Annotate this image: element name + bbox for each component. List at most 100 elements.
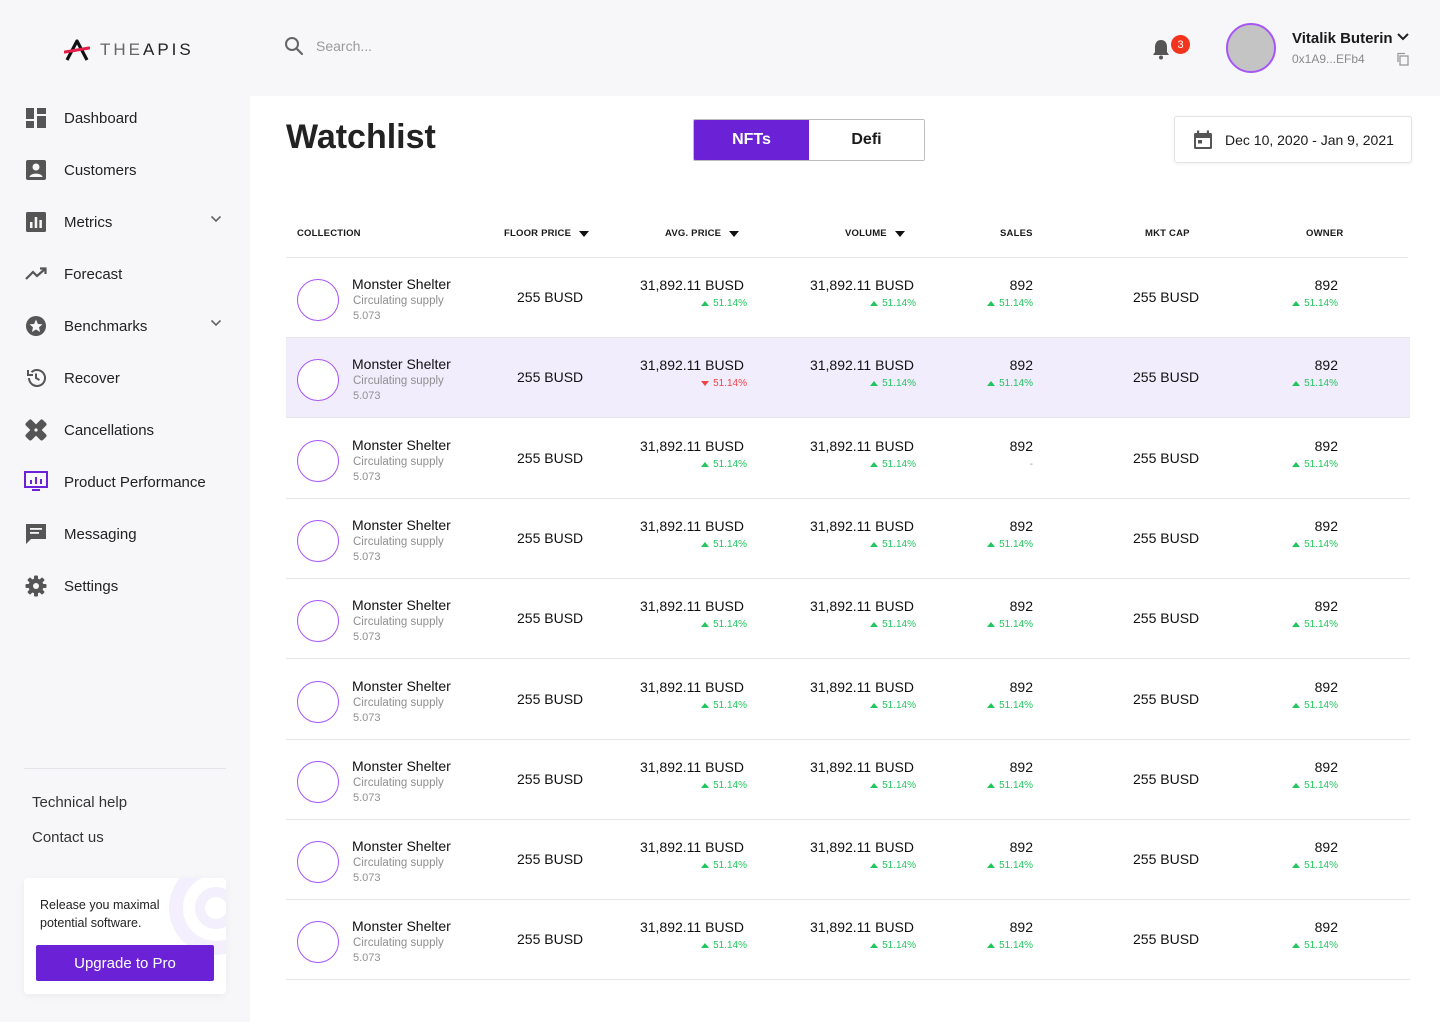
market-cap: 255 BUSD <box>1133 369 1200 386</box>
table-row[interactable]: Monster Shelter Circulating supply 5.073 25… <box>286 499 1410 579</box>
sidebar-item-label: Customers <box>64 161 137 179</box>
owner-count: 892 <box>1314 678 1338 695</box>
sidebar-item-benchmarks[interactable]: Benchmarks <box>24 312 228 340</box>
collection-avatar <box>297 841 339 884</box>
chevron-down-icon[interactable] <box>210 319 222 327</box>
collection-name[interactable]: Monster Shelter <box>352 597 451 613</box>
change-indicator: 51.14% <box>987 378 1033 389</box>
sidebar-item-customers[interactable]: Customers <box>24 156 228 184</box>
sidebar-item-recover[interactable]: Recover <box>24 364 228 392</box>
chevron-down-icon[interactable] <box>1396 32 1410 42</box>
avg-price: 31,892.11 BUSD <box>639 758 744 775</box>
avg-price: 31,892.11 BUSD <box>639 598 744 615</box>
collection-supply: 5.073 <box>353 390 381 403</box>
collection-name[interactable]: Monster Shelter <box>352 517 451 533</box>
cancellations-icon <box>24 418 48 442</box>
tab-nfts[interactable]: NFTs <box>694 120 809 160</box>
change-indicator: - <box>1029 458 1033 470</box>
table-row[interactable]: Monster Shelter Circulating supply 5.073 25… <box>286 338 1410 419</box>
table-row[interactable]: Monster Shelter Circulating supply 5.073 25… <box>286 740 1410 820</box>
collection-name[interactable]: Monster Shelter <box>352 758 451 774</box>
volume: 31,892.11 BUSD <box>809 758 914 775</box>
column-header-avg-price[interactable]: AVG. PRICE <box>665 228 740 239</box>
change-indicator: 51.14% <box>1292 780 1338 791</box>
market-cap: 255 BUSD <box>1133 529 1200 546</box>
logo-mark-icon <box>64 39 90 61</box>
sidebar-item-metrics[interactable]: Metrics <box>24 208 228 236</box>
change-indicator: 51.14% <box>1292 619 1338 630</box>
table-row[interactable]: Monster Shelter Circulating supply 5.073 25… <box>286 419 1410 499</box>
column-header-collection: COLLECTION <box>297 228 361 239</box>
collection-name[interactable]: Monster Shelter <box>352 838 451 854</box>
date-range-picker[interactable]: Dec 10, 2020 - Jan 9, 2021 <box>1174 116 1412 163</box>
avatar[interactable] <box>1226 23 1276 73</box>
promo-text: Release you maximal potential software. <box>40 898 160 930</box>
collection-subtitle: Circulating supply <box>353 616 444 629</box>
sidebar-item-product-performance[interactable]: Product Performance <box>24 468 228 496</box>
sales: 892 <box>1009 517 1033 534</box>
avg-price: 31,892.11 BUSD <box>639 277 744 293</box>
sort-down-icon <box>729 230 740 237</box>
search-input[interactable] <box>316 38 556 54</box>
dashboard-icon <box>24 106 48 130</box>
product-performance-icon <box>24 470 48 494</box>
tab-switcher: NFTs Defi <box>693 119 925 161</box>
change-indicator: 51.14% <box>1292 700 1338 711</box>
notification-bell-icon[interactable] <box>1151 38 1171 60</box>
user-name[interactable]: Vitalik Buterin <box>1292 30 1393 47</box>
date-range-text: Dec 10, 2020 - Jan 9, 2021 <box>1225 131 1394 148</box>
table-header: COLLECTION FLOOR PRICE AVG. PRICE VOLUME… <box>286 218 1408 258</box>
change-indicator: 51.14% <box>701 619 747 630</box>
collection-supply: 5.073 <box>353 310 381 322</box>
floor-price: 255 BUSD <box>517 289 584 305</box>
logo[interactable]: THEAPIS <box>64 38 194 62</box>
collection-name[interactable]: Monster Shelter <box>352 276 451 292</box>
owner-count: 892 <box>1314 277 1338 293</box>
table-row[interactable]: Monster Shelter Circulating supply 5.073 25… <box>286 820 1410 901</box>
collection-avatar <box>297 439 339 482</box>
column-header-floor-price[interactable]: FLOOR PRICE <box>504 228 590 239</box>
contact-us-link[interactable]: Contact us <box>32 829 104 846</box>
collection-name[interactable]: Monster Shelter <box>352 356 451 372</box>
chevron-down-icon[interactable] <box>210 215 222 223</box>
owner-count: 892 <box>1314 598 1338 615</box>
top-bar: THEAPIS 3 Vitalik Buterin 0x1A9...EFb4 <box>0 0 1440 96</box>
sidebar-item-label: Recover <box>64 369 120 387</box>
table-row[interactable]: Monster Shelter Circulating supply 5.073 25… <box>286 258 1410 338</box>
sidebar-item-label: Cancellations <box>64 421 155 439</box>
collection-name[interactable]: Monster Shelter <box>352 918 451 934</box>
sidebar-item-messaging[interactable]: Messaging <box>24 520 228 548</box>
collection-avatar <box>297 359 339 402</box>
sidebar-item-forecast[interactable]: Forecast <box>24 260 228 288</box>
copy-icon[interactable] <box>1396 52 1410 66</box>
floor-price: 255 BUSD <box>517 449 584 466</box>
table-row[interactable]: Monster Shelter Circulating supply 5.073 25… <box>286 579 1410 660</box>
change-indicator: 51.14% <box>987 619 1033 630</box>
collection-name[interactable]: Monster Shelter <box>352 678 451 694</box>
page-title: Watchlist <box>286 118 436 156</box>
sidebar-item-label: Forecast <box>64 265 123 283</box>
search-icon[interactable] <box>284 36 304 56</box>
change-indicator: 51.14% <box>1292 539 1338 550</box>
table-row[interactable]: Monster Shelter Circulating supply 5.073 25… <box>286 900 1410 981</box>
sales: 892 <box>1009 277 1033 293</box>
owner-count: 892 <box>1314 839 1338 856</box>
sidebar-item-dashboard[interactable]: Dashboard <box>24 104 228 132</box>
owner-count: 892 <box>1314 758 1338 775</box>
collection-name[interactable]: Monster Shelter <box>352 437 451 453</box>
collection-supply: 5.073 <box>353 631 381 644</box>
upgrade-to-pro-button[interactable]: Upgrade to Pro <box>36 945 214 981</box>
sidebar-item-settings[interactable]: Settings <box>24 572 228 600</box>
column-header-volume[interactable]: VOLUME <box>845 228 905 239</box>
change-indicator: 51.14% <box>870 378 916 389</box>
collection-supply: 5.073 <box>353 711 381 724</box>
customers-icon <box>24 158 48 182</box>
sidebar-item-cancellations[interactable]: Cancellations <box>24 416 228 444</box>
collection-subtitle: Circulating supply <box>353 375 444 388</box>
tab-defi[interactable]: Defi <box>809 120 924 160</box>
collection-supply: 5.073 <box>353 791 381 804</box>
change-indicator: 51.14% <box>987 860 1033 871</box>
technical-help-link[interactable]: Technical help <box>32 794 127 811</box>
volume: 31,892.11 BUSD <box>809 919 914 936</box>
table-row[interactable]: Monster Shelter Circulating supply 5.073 25… <box>286 660 1410 740</box>
